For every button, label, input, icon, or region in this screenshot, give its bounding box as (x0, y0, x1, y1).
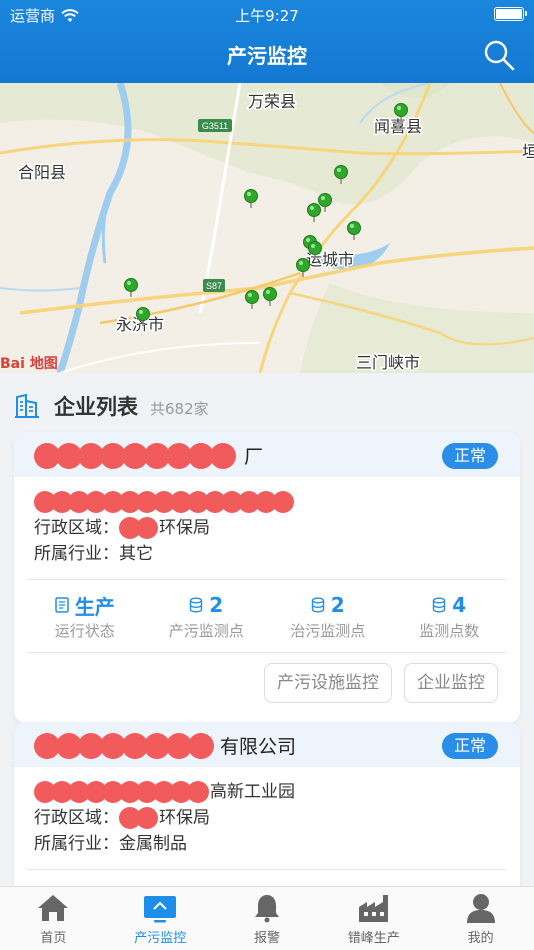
app-header: 运营商 上午9:27 产污监控 (0, 0, 534, 83)
industry-value: 金属制品 (119, 834, 187, 854)
map-canvas[interactable]: G3511 S87 万荣县 闻喜县 合阳县 运城市 永济市 三门峡市 垣 Bai… (0, 83, 534, 373)
stat-caption: 产污监测点 (168, 622, 244, 640)
enterprise-name-suffix: 有限公司 (220, 736, 297, 758)
region-label: 行政区域： (34, 518, 119, 538)
tab-pollution-monitor[interactable]: 产污监控 (107, 887, 214, 950)
tab-label: 我的 (467, 931, 494, 946)
database-icon (311, 597, 324, 613)
building-icon (15, 393, 39, 418)
card-header: 厂 正常 (14, 432, 520, 477)
address-row (34, 489, 500, 515)
stat-caption: 治污监测点 (290, 622, 366, 640)
stat-run-status: 生产 运行状态 (24, 580, 146, 652)
redacted-text (119, 517, 158, 539)
map-label-sanmenxia: 三门峡市 (356, 353, 420, 372)
redacted-text (119, 807, 158, 829)
document-icon (55, 597, 69, 613)
map-label-wanrong: 万荣县 (248, 92, 296, 111)
region-row: 行政区域： 环保局 (34, 805, 500, 831)
enterprise-map[interactable]: G3511 S87 万荣县 闻喜县 合阳县 运城市 永济市 三门峡市 垣 Bai… (0, 83, 534, 373)
tab-label: 错峰生产 (347, 931, 400, 946)
facility-monitor-button[interactable]: 产污设施监控 (264, 663, 392, 703)
redacted-text (34, 491, 294, 513)
factory-icon (358, 895, 388, 922)
database-icon (190, 597, 203, 613)
address-suffix: 高新工业园 (210, 782, 295, 802)
battery-icon (494, 7, 527, 21)
road-code-s87: S87 (206, 281, 222, 291)
tab-label: 产污监控 (134, 931, 187, 946)
section-title: 企业列表 (54, 395, 138, 419)
stat-caption: 运行状态 (54, 622, 115, 640)
database-icon (433, 597, 446, 613)
region-label: 行政区域： (34, 808, 119, 828)
map-label-wenxi: 闻喜县 (374, 117, 422, 136)
enterprise-card[interactable]: 厂 正常 行政区域： 环保局 所属行业： 其它 生产 运行状态 2 产污监测点 … (14, 432, 520, 723)
road-code-g3511: G3511 (202, 121, 228, 131)
tab-bar: 首页 产污监控 报警 错峰生产 我的 (0, 886, 534, 950)
stat-treatment-points: 2 治污监测点 (267, 580, 389, 652)
map-watermark: Bai 地图 (0, 355, 58, 372)
address-row: 高新工业园 (34, 779, 500, 805)
monitor-icon (144, 896, 177, 923)
enterprise-name-suffix: 厂 (244, 446, 264, 468)
enterprise-monitor-button[interactable]: 企业监控 (404, 663, 498, 703)
stat-value: 2 (330, 593, 345, 617)
divider (28, 869, 506, 870)
tab-home[interactable]: 首页 (0, 887, 107, 950)
home-icon (38, 895, 69, 921)
enterprise-list-header: 企业列表 共682家 (14, 390, 209, 422)
tab-label: 首页 (40, 931, 67, 946)
page-title: 产污监控 (227, 44, 307, 68)
tab-alarm[interactable]: 报警 (214, 887, 321, 950)
card-actions: 产污设施监控 企业监控 (14, 653, 520, 723)
status-badge: 正常 (441, 443, 498, 469)
status-badge: 正常 (441, 733, 498, 759)
card-details: 高新工业园 行政区域： 环保局 所属行业： 金属制品 (14, 767, 520, 857)
region-row: 行政区域： 环保局 (34, 515, 500, 541)
map-label-yuan: 垣 (522, 142, 534, 161)
enterprise-name: 厂 (34, 442, 263, 469)
search-icon[interactable] (482, 38, 516, 72)
stat-production-points: 2 产污监测点 (146, 580, 268, 652)
region-value: 环保局 (159, 808, 210, 828)
card-header: 有限公司 正常 (14, 722, 520, 767)
region-value: 环保局 (159, 518, 210, 538)
stat-caption: 监测点数 (419, 622, 480, 640)
industry-row: 所属行业： 金属制品 (34, 831, 500, 857)
redacted-text (34, 732, 214, 759)
clock: 上午9:27 (235, 7, 299, 25)
enterprise-count: 共682家 (150, 399, 209, 418)
tab-label: 报警 (253, 931, 280, 946)
user-icon (466, 894, 495, 923)
industry-row: 所属行业： 其它 (34, 541, 500, 567)
bell-icon (254, 895, 279, 923)
stat-value: 2 (209, 593, 224, 617)
industry-label: 所属行业： (34, 834, 119, 854)
industry-label: 所属行业： (34, 544, 119, 564)
enterprise-name: 有限公司 (34, 732, 296, 759)
tab-peak-production[interactable]: 错峰生产 (320, 887, 427, 950)
redacted-text (34, 781, 209, 803)
card-details: 行政区域： 环保局 所属行业： 其它 (14, 477, 520, 567)
industry-value: 其它 (119, 544, 153, 564)
tab-profile[interactable]: 我的 (427, 887, 534, 950)
stat-total-points: 4 监测点数 (389, 580, 511, 652)
stat-value: 生产 (74, 594, 115, 619)
status-bar: 运营商 上午9:27 (0, 0, 534, 28)
map-label-heyang: 合阳县 (18, 163, 66, 182)
stat-value: 4 (452, 593, 467, 617)
stats-row: 生产 运行状态 2 产污监测点 2 治污监测点 4 监测点数 (14, 580, 520, 652)
redacted-text (34, 442, 236, 469)
